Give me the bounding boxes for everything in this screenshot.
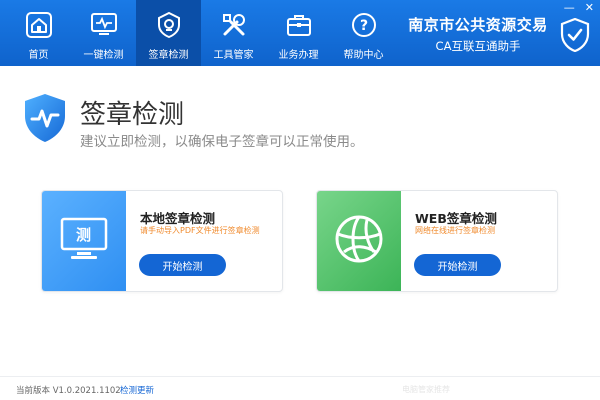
test-char: 测 xyxy=(76,226,92,244)
local-start-button[interactable]: 开始检测 xyxy=(139,254,226,276)
nav-item-tools[interactable]: 工具管家 xyxy=(201,0,266,66)
nav-label: 签章检测 xyxy=(148,50,189,61)
nav-label: 帮助中心 xyxy=(343,50,384,61)
web-start-button[interactable]: 开始检测 xyxy=(414,254,501,276)
status-bar: 当前版本 V1.0.2021.1102 检测更新 电脑管家推荐 xyxy=(0,376,600,400)
close-button[interactable]: ✕ xyxy=(585,2,594,14)
seal-check-icon xyxy=(154,10,184,40)
nav-item-quick-check[interactable]: 一键检测 xyxy=(71,0,136,66)
brand-block: 南京市公共资源交易 CA互联互通助手 xyxy=(404,14,552,54)
header-bar: 首页 一键检测 签章检测 工具管家 业务办理 ? 帮助中心 南京市公共资源交易 … xyxy=(0,0,600,66)
nav-label: 首页 xyxy=(28,50,49,61)
version-text: 当前版本 V1.0.2021.1102 xyxy=(16,386,121,396)
nav-item-home[interactable]: 首页 xyxy=(6,0,71,66)
faint-watermark-text: 电脑管家推荐 xyxy=(402,385,450,394)
svg-text:?: ? xyxy=(359,18,367,34)
local-card-art: 测 xyxy=(42,191,126,291)
web-card-desc: 网络在线进行签章检测 xyxy=(415,226,495,235)
page-title: 签章检测 xyxy=(80,100,185,130)
nav-label: 工具管家 xyxy=(213,50,254,61)
window-controls: — ✕ xyxy=(564,2,594,14)
nav-label: 业务办理 xyxy=(278,50,319,61)
check-update-link[interactable]: 检测更新 xyxy=(120,384,154,396)
nav-label: 一键检测 xyxy=(83,50,124,61)
nav-item-help[interactable]: ? 帮助中心 xyxy=(331,0,396,66)
help-icon: ? xyxy=(349,10,379,40)
globe-network-icon xyxy=(334,214,384,268)
web-seal-check-card: WEB签章检测 网络在线进行签章检测 开始检测 xyxy=(316,190,558,292)
web-card-art xyxy=(317,191,401,291)
local-seal-check-card: 测 本地签章检测 请手动导入PDF文件进行签章检测 开始检测 xyxy=(41,190,283,292)
page-subtitle: 建议立即检测，以确保电子签章可以正常使用。 xyxy=(80,134,364,150)
local-card-desc: 请手动导入PDF文件进行签章检测 xyxy=(140,226,260,235)
brand-title: 南京市公共资源交易 xyxy=(408,16,548,34)
minimize-button[interactable]: — xyxy=(564,2,575,14)
seal-shield-icon xyxy=(22,92,68,144)
main-nav: 首页 一键检测 签章检测 工具管家 业务办理 ? 帮助中心 xyxy=(6,0,396,66)
brand-subtitle: CA互联互通助手 xyxy=(435,39,521,53)
nav-item-business[interactable]: 业务办理 xyxy=(266,0,331,66)
tools-icon xyxy=(219,10,249,40)
shield-check-icon xyxy=(560,17,590,53)
briefcase-icon xyxy=(284,10,314,40)
home-icon xyxy=(24,10,54,40)
monitor-pulse-icon xyxy=(89,10,119,40)
nav-item-seal-check[interactable]: 签章检测 xyxy=(136,0,201,66)
